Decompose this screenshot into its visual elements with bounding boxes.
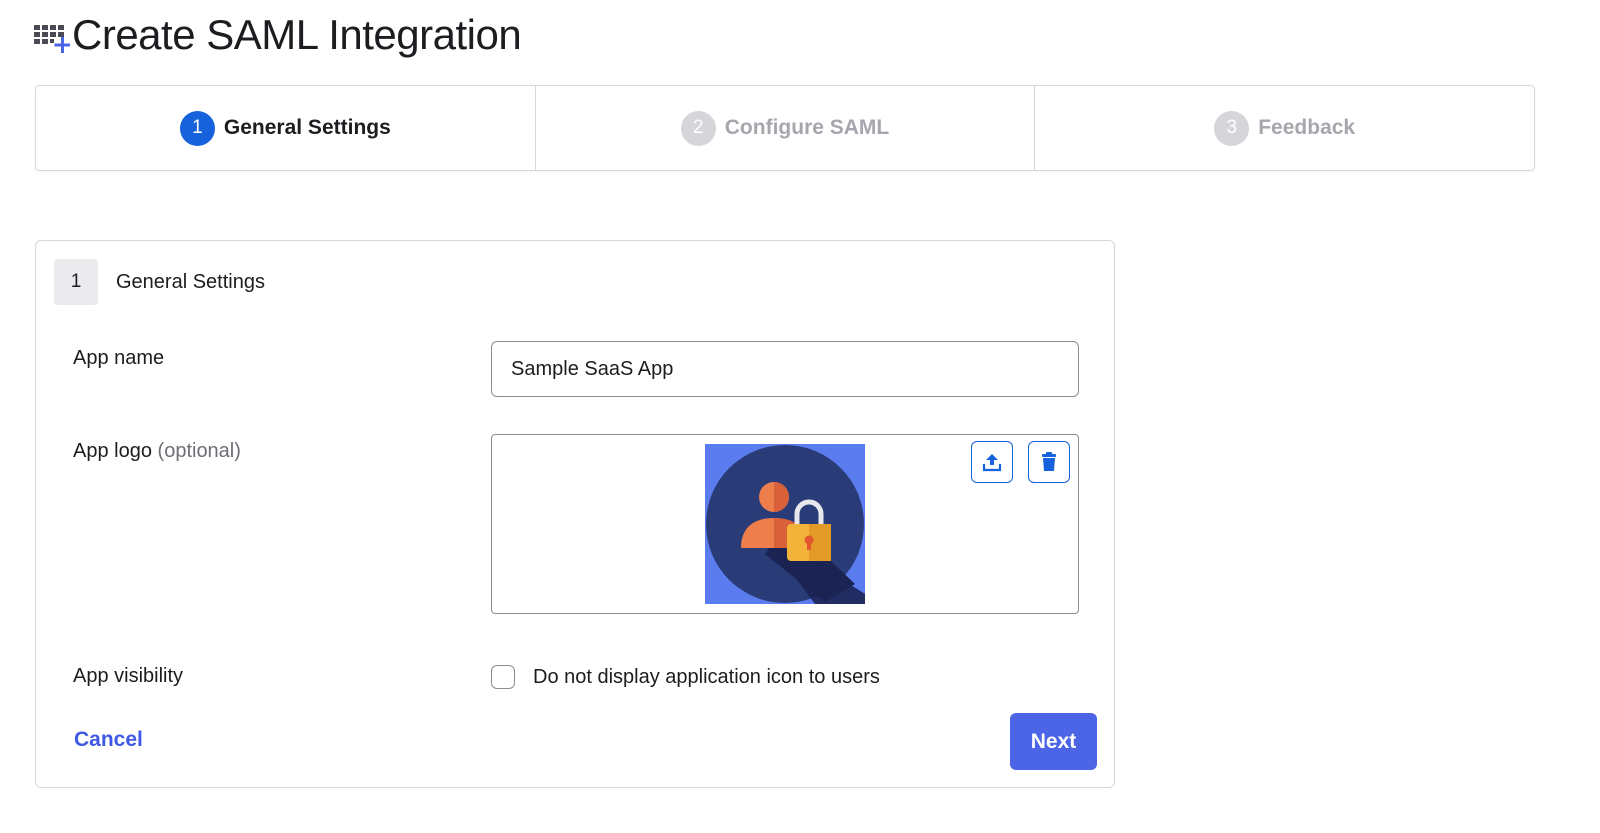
app-grid-plus-icon (34, 25, 70, 53)
page-header: Create SAML Integration (34, 11, 522, 58)
step-label: General Settings (223, 116, 391, 139)
cancel-link[interactable]: Cancel (74, 728, 143, 752)
step-label: Feedback (1258, 116, 1356, 139)
app-logo-dropzone[interactable] (491, 434, 1079, 614)
step-configure-saml[interactable]: 2 Configure SAML (536, 86, 1036, 170)
step-number-badge: 3 (1214, 110, 1250, 146)
trash-icon (1042, 452, 1056, 471)
upload-logo-button[interactable] (971, 441, 1013, 483)
step-feedback[interactable]: 3 Feedback (1035, 86, 1534, 170)
optional-hint: (optional) (157, 440, 241, 462)
section-number-badge: 1 (54, 259, 98, 305)
app-logo-label-text: App logo (73, 440, 152, 462)
app-visibility-label: App visibility (73, 665, 184, 687)
step-number-badge: 2 (680, 110, 716, 146)
app-name-input[interactable] (491, 341, 1079, 397)
next-button[interactable]: Next (1010, 713, 1097, 770)
step-general-settings[interactable]: 1 General Settings (36, 86, 536, 170)
step-number-badge: 1 (179, 110, 215, 146)
hide-icon-checkbox-label[interactable]: Do not display application icon to users (533, 666, 880, 689)
section-header: 1 General Settings (54, 259, 265, 305)
app-logo-label: App logo (optional) (73, 440, 241, 463)
app-name-label: App name (73, 347, 165, 369)
section-title: General Settings (116, 270, 265, 293)
stepper: 1 General Settings 2 Configure SAML 3 Fe… (35, 85, 1535, 171)
hide-icon-checkbox-row[interactable]: Do not display application icon to users (491, 665, 880, 689)
hide-icon-checkbox[interactable] (491, 665, 515, 689)
user-lock-icon (705, 444, 865, 604)
step-label: Configure SAML (724, 116, 890, 139)
delete-logo-button[interactable] (1028, 441, 1070, 483)
upload-icon (982, 454, 1002, 472)
general-settings-panel: 1 General Settings App name App logo (op… (35, 240, 1115, 788)
page-title: Create SAML Integration (72, 11, 522, 58)
